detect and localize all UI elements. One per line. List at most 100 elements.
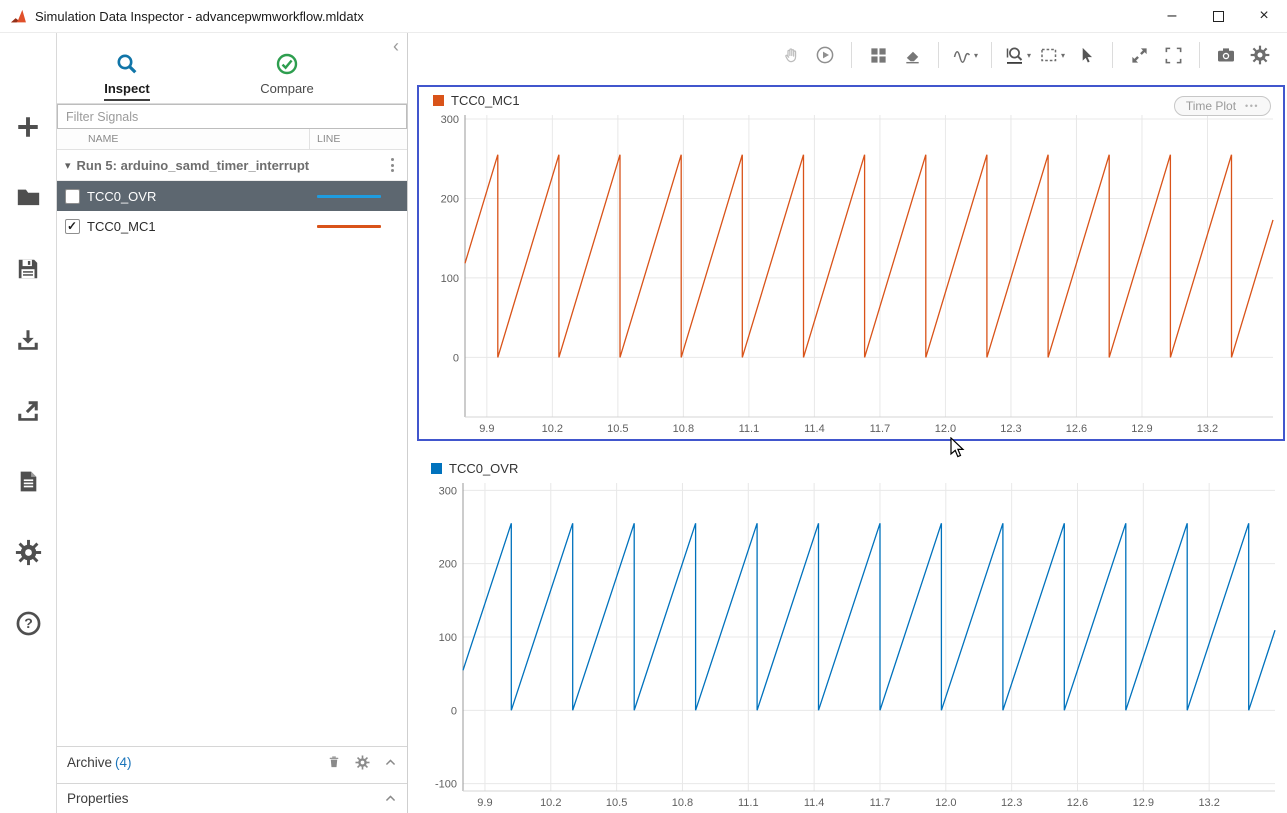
tab-compare[interactable]: Compare (217, 52, 357, 103)
svg-text:10.5: 10.5 (607, 423, 628, 435)
tab-inspect[interactable]: Inspect (57, 52, 197, 103)
plot-legend: TCC0_OVR (431, 461, 518, 476)
pan-button[interactable] (774, 40, 808, 70)
replay-button[interactable] (808, 40, 842, 70)
eraser-icon (903, 46, 922, 65)
chevron-down-icon: ▾ (974, 51, 978, 60)
open-button[interactable] (0, 162, 56, 233)
plot-legend: TCC0_MC1 (433, 93, 520, 108)
plots-container: TCC0_MC1 Time Plot ••• 9.910.210.510.811… (408, 77, 1287, 813)
toolbar-separator (1112, 42, 1113, 68)
create-report-button[interactable] (0, 446, 56, 517)
signal-row-tcc0-mc1[interactable]: ✓ TCC0_MC1 (57, 211, 407, 241)
plot-toolbar: ▾ ▾ ▾ (408, 33, 1287, 77)
time-plot-tcc0-mc1[interactable]: TCC0_MC1 Time Plot ••• 9.910.210.510.811… (417, 85, 1285, 441)
properties-label: Properties (67, 791, 129, 806)
archive-bar[interactable]: Archive (4) (57, 746, 407, 777)
matlab-logo-icon (10, 8, 27, 25)
time-plot-badge[interactable]: Time Plot ••• (1174, 96, 1271, 116)
properties-collapse-chevron-icon[interactable] (384, 792, 397, 805)
time-plot-tcc0-ovr[interactable]: TCC0_OVR 9.910.210.510.811.111.411.712.0… (417, 455, 1285, 813)
filter-signals-input[interactable] (57, 104, 407, 129)
gear-icon (1250, 45, 1270, 65)
svg-text:11.7: 11.7 (870, 797, 891, 809)
signal-checkbox-cell (57, 181, 87, 211)
svg-text:11.4: 11.4 (804, 797, 825, 809)
zoom-in-time-icon (1005, 45, 1025, 65)
signal-line-swatch (317, 225, 381, 228)
pointer-button[interactable] (1069, 40, 1103, 70)
svg-text:12.6: 12.6 (1067, 797, 1088, 809)
signal-sidebar: Inspect Compare ‹ NAME LINE ▾ (57, 33, 408, 813)
signal-checkbox-tcc0-ovr[interactable] (65, 189, 80, 204)
left-toolbar: ? (0, 33, 57, 813)
app-body: ? Inspect Compare (0, 33, 1287, 813)
export-button[interactable] (0, 375, 56, 446)
sidebar-empty-space (57, 241, 407, 746)
import-button[interactable] (0, 304, 56, 375)
simulation-data-inspector-window: Simulation Data Inspector - advancepwmwo… (0, 0, 1287, 813)
svg-text:9.9: 9.9 (479, 423, 494, 435)
run-expand-caret-icon[interactable]: ▾ (65, 159, 71, 172)
zoom-in-time-button[interactable]: ▾ (1001, 40, 1035, 70)
svg-text:12.3: 12.3 (1000, 423, 1021, 435)
svg-text:12.9: 12.9 (1131, 423, 1152, 435)
svg-text:12.9: 12.9 (1133, 797, 1154, 809)
minimize-button[interactable]: – (1149, 0, 1195, 32)
sidebar-tabs: Inspect Compare ‹ (57, 33, 407, 104)
report-icon (16, 469, 41, 494)
signal-style-button[interactable]: ▾ (948, 40, 982, 70)
svg-text:11.7: 11.7 (870, 423, 891, 435)
chart-canvas-tcc0-ovr[interactable]: 9.910.210.510.811.111.411.712.012.312.61… (417, 477, 1285, 813)
trash-icon[interactable] (327, 755, 341, 769)
signal-name: TCC0_MC1 (87, 211, 309, 241)
svg-text:0: 0 (453, 352, 459, 364)
chevron-down-icon: ▾ (1027, 51, 1031, 60)
clear-plots-button[interactable] (895, 40, 929, 70)
chart-canvas-tcc0-mc1[interactable]: 9.910.210.510.811.111.411.712.012.312.61… (419, 109, 1283, 439)
run-options-menu-icon[interactable] (377, 158, 407, 172)
run-group-row[interactable]: ▾ Run 5: arduino_samd_timer_interrupt (57, 150, 407, 181)
svg-text:11.4: 11.4 (804, 423, 825, 435)
svg-text:12.0: 12.0 (935, 423, 956, 435)
signal-checkbox-tcc0-mc1[interactable]: ✓ (65, 219, 80, 234)
line-column-header: LINE (309, 129, 407, 149)
add-button[interactable] (0, 91, 56, 162)
legend-swatch (431, 463, 442, 474)
archive-label: Archive (67, 755, 112, 770)
toolbar-separator (851, 42, 852, 68)
signal-row-tcc0-ovr[interactable]: TCC0_OVR (57, 181, 407, 211)
archive-collapse-chevron-icon[interactable] (384, 756, 397, 769)
export-icon (15, 398, 41, 424)
save-button[interactable] (0, 233, 56, 304)
svg-text:12.3: 12.3 (1001, 797, 1022, 809)
signal-line-cell (309, 181, 407, 211)
snapshot-button[interactable] (1209, 40, 1243, 70)
svg-text:13.2: 13.2 (1198, 797, 1219, 809)
expand-button[interactable] (1122, 40, 1156, 70)
play-icon (815, 45, 835, 65)
toolbar-separator (991, 42, 992, 68)
layout-button[interactable] (861, 40, 895, 70)
svg-text:100: 100 (439, 632, 457, 644)
maximize-icon (1213, 11, 1224, 22)
plot-settings-button[interactable] (1243, 40, 1277, 70)
help-button[interactable]: ? (0, 588, 56, 659)
archive-settings-gear-icon[interactable] (355, 755, 370, 770)
signal-line-swatch (317, 195, 381, 198)
svg-text:12.6: 12.6 (1066, 423, 1087, 435)
cursor-arrow-icon (1077, 46, 1096, 65)
close-button[interactable]: × (1241, 0, 1287, 32)
properties-bar[interactable]: Properties (57, 783, 407, 813)
gear-icon (15, 539, 42, 566)
collapse-sidebar-button[interactable]: ‹ (393, 37, 399, 55)
fullscreen-button[interactable] (1156, 40, 1190, 70)
zoom-region-button[interactable]: ▾ (1035, 40, 1069, 70)
badge-menu-dots-icon[interactable]: ••• (1245, 101, 1259, 111)
svg-text:11.1: 11.1 (738, 797, 759, 809)
chevron-down-icon: ▾ (1061, 51, 1065, 60)
tab-inspect-label: Inspect (104, 81, 150, 101)
maximize-button[interactable] (1195, 0, 1241, 32)
svg-text:300: 300 (441, 114, 459, 126)
preferences-button[interactable] (0, 517, 56, 588)
